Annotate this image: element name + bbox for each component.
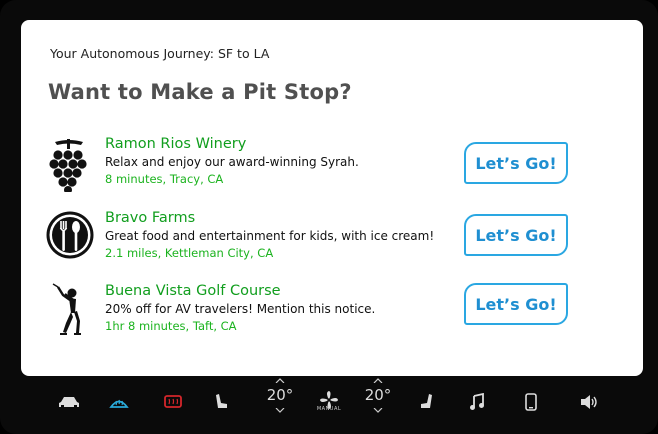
- main-screen: Your Autonomous Journey: SF to LA Want t…: [21, 20, 643, 376]
- plate-fork-spoon-icon: [45, 210, 97, 266]
- stop-name: Buena Vista Golf Course: [105, 283, 281, 299]
- volume-icon[interactable]: [576, 384, 602, 420]
- driver-seat-heat-icon[interactable]: [208, 384, 234, 420]
- grapes-icon: [45, 136, 97, 194]
- lets-go-button-farm[interactable]: Let’s Go!: [464, 214, 568, 256]
- front-defrost-icon[interactable]: [106, 384, 132, 420]
- stop-card-golf: Buena Vista Golf Course 20% off for AV t…: [45, 283, 625, 343]
- lets-go-button-golf[interactable]: Let’s Go!: [464, 283, 568, 325]
- fan-mode-label: MANUAL: [316, 406, 342, 412]
- climate-control-bar: 20° MANUAL 20°: [0, 378, 658, 434]
- passenger-temp-value: 20°: [364, 386, 392, 404]
- car-icon[interactable]: [56, 384, 82, 420]
- fan-icon[interactable]: [316, 382, 342, 418]
- stop-distance-location: 1hr 8 minutes, Taft, CA: [105, 319, 237, 333]
- driver-temp-value: 20°: [266, 386, 294, 404]
- stop-distance-location: 8 minutes, Tracy, CA: [105, 172, 224, 186]
- device-frame: Your Autonomous Journey: SF to LA Want t…: [0, 0, 658, 434]
- stop-description: Great food and entertainment for kids, w…: [105, 229, 435, 243]
- stop-description: 20% off for AV travelers! Mention this n…: [105, 302, 376, 316]
- phone-icon[interactable]: [518, 384, 544, 420]
- passenger-temperature[interactable]: 20°: [360, 378, 396, 413]
- music-note-icon[interactable]: [464, 384, 490, 420]
- passenger-seat-heat-icon[interactable]: [414, 384, 440, 420]
- journey-title: Your Autonomous Journey: SF to LA: [50, 46, 270, 61]
- lets-go-button-winery[interactable]: Let’s Go!: [464, 142, 568, 184]
- rear-defrost-icon[interactable]: [160, 384, 186, 420]
- stop-card-winery: Ramon Rios Winery Relax and enjoy our aw…: [45, 136, 625, 196]
- golfer-icon: [45, 283, 97, 339]
- driver-temperature[interactable]: 20°: [262, 378, 298, 413]
- stop-name: Ramon Rios Winery: [105, 136, 247, 152]
- page-title: Want to Make a Pit Stop?: [48, 80, 352, 104]
- stop-name: Bravo Farms: [105, 210, 196, 226]
- stop-card-farm: Bravo Farms Great food and entertainment…: [45, 210, 625, 270]
- stop-description: Relax and enjoy our award-winning Syrah.: [105, 155, 359, 169]
- stop-distance-location: 2.1 miles, Kettleman City, CA: [105, 246, 274, 260]
